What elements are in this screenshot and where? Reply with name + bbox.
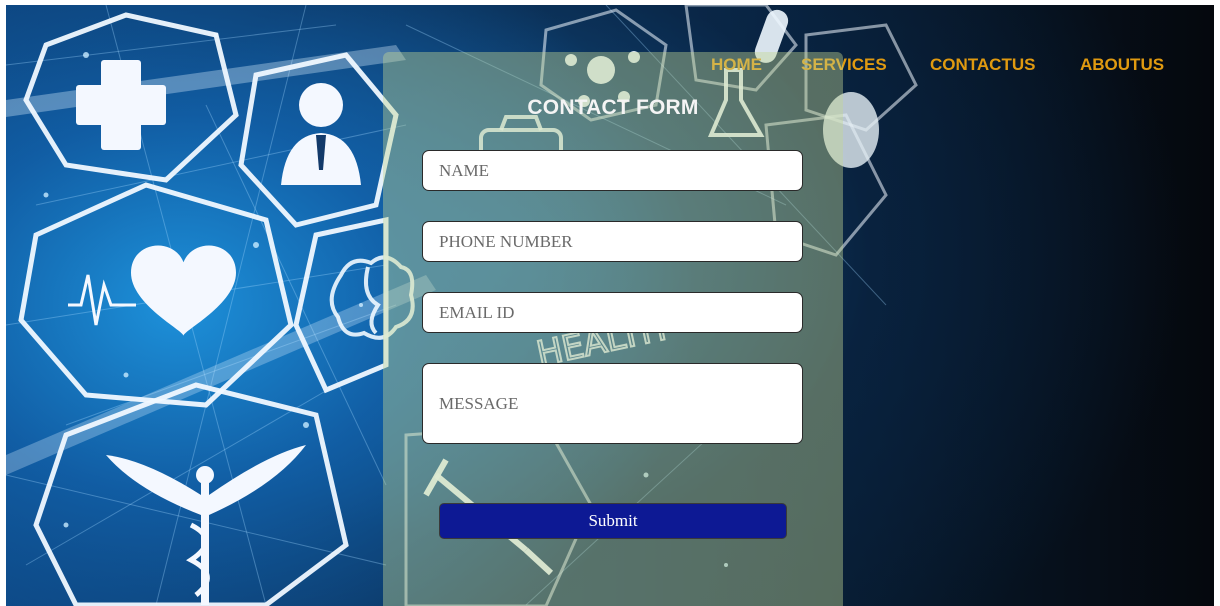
doctor-icon — [281, 83, 361, 185]
nav-aboutus-link[interactable]: ABOUTUS — [1080, 55, 1164, 75]
nav-contactus-link[interactable]: CONTACTUS — [930, 55, 1035, 75]
phone-number-input[interactable] — [422, 221, 803, 262]
page-background: HEALTH HOME SERVICES CONTACTUS ABOUTUS C… — [6, 5, 1214, 606]
message-textarea[interactable] — [422, 363, 803, 444]
submit-button[interactable]: Submit — [439, 503, 787, 539]
email-input[interactable] — [422, 292, 803, 333]
form-title: CONTACT FORM — [527, 96, 699, 119]
name-input[interactable] — [422, 150, 803, 191]
heart-pulse-icon — [68, 245, 236, 336]
contact-form: CONTACT FORM Submit — [383, 52, 843, 606]
caduceus-icon — [106, 445, 306, 605]
